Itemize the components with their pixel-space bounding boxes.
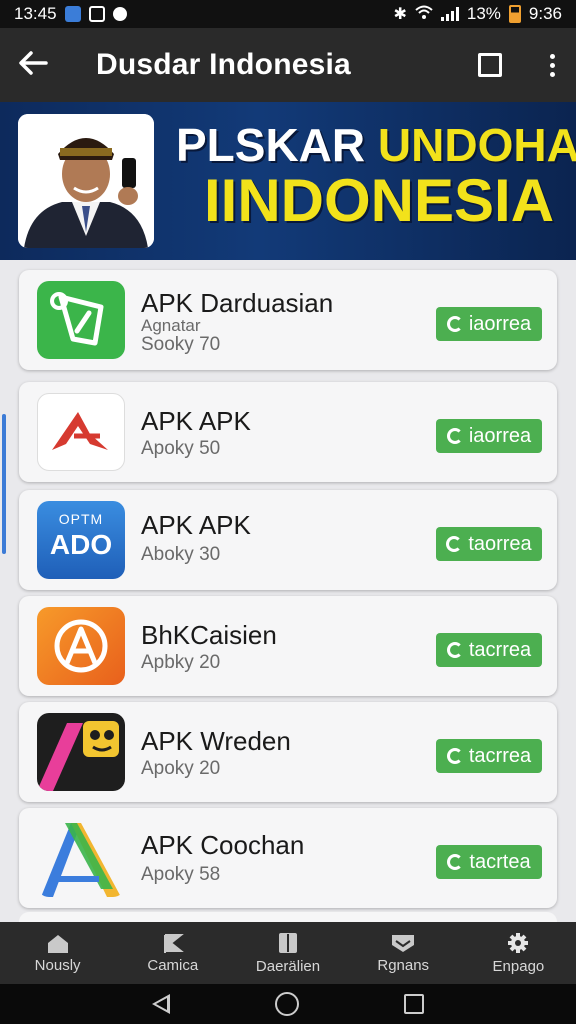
nav-item-rgnans[interactable]: Rgnans <box>346 922 461 984</box>
install-button-label: tacrrea <box>468 638 532 661</box>
banner-headline: PLSKAR UNDOHAAN <box>176 118 576 172</box>
refresh-icon <box>446 748 463 764</box>
status-time-right: 9:36 <box>528 4 562 23</box>
wifi-icon <box>415 4 433 24</box>
nav-item-camica[interactable]: Camica <box>115 922 230 984</box>
refresh-icon <box>446 316 463 332</box>
nav-label: Daerälien <box>255 957 321 975</box>
gear-icon <box>508 932 529 953</box>
banner-headline-part2: UNDOHAAN <box>377 119 576 171</box>
signal-icon <box>440 7 459 21</box>
install-button[interactable]: tacrrea <box>436 633 542 667</box>
list-item[interactable]: BhKCaisien Apbky 20 tacrrea <box>19 596 557 696</box>
system-back-button[interactable] <box>152 994 171 1014</box>
nav-item-daeralien[interactable]: Daerälien <box>230 922 345 984</box>
refresh-icon <box>446 642 463 658</box>
status-right: ✱ 13% 9:36 <box>393 4 562 24</box>
promo-banner[interactable]: PLSKAR UNDOHAAN IINDONESIA <box>0 102 576 260</box>
app-name: APK APK <box>141 510 251 540</box>
install-button[interactable]: taorrea <box>436 527 542 561</box>
shield-leaf-icon <box>37 281 125 359</box>
list-item-partial[interactable] <box>19 912 557 922</box>
list-item[interactable]: APK Wreden Apoky 20 tacrrea <box>19 702 557 802</box>
install-button-label: iaorrea <box>468 312 532 335</box>
app-subtitle: Agnatar <box>141 316 201 335</box>
book-icon <box>279 932 297 953</box>
scrollbar[interactable] <box>2 414 6 554</box>
banner-subheadline: IINDONESIA <box>204 167 555 234</box>
install-button-label: iaorrea <box>468 424 532 447</box>
status-time-left: 13:45 <box>14 4 57 23</box>
app-name: APK Coochan <box>141 830 305 860</box>
install-button[interactable]: tacrtea <box>436 845 542 879</box>
install-button[interactable]: iaorrea <box>436 307 542 341</box>
bottom-nav: Nously Camica Daerälien Rgnans Enpago <box>0 922 576 984</box>
more-options-button[interactable] <box>546 53 558 77</box>
red-triangle-logo-icon <box>37 393 125 471</box>
status-bar: 13:45 ✱ 13% 9:36 <box>0 0 576 28</box>
battery-percent: 13% <box>466 4 501 23</box>
list-item[interactable]: APK APK Apoky 50 iaorrea <box>19 382 557 482</box>
app-size: Apoky 50 <box>141 438 221 459</box>
app-size: Sooky 70 <box>141 334 221 355</box>
app-name: APK APK <box>141 406 251 436</box>
system-home-button[interactable] <box>274 992 299 1016</box>
back-button[interactable] <box>18 48 68 82</box>
app-size: Apoky 58 <box>141 864 221 885</box>
banner-portrait-image <box>18 114 154 248</box>
notification-screen-icon <box>88 6 105 22</box>
list-item[interactable]: OPTM ADO APK APK Aboky 30 taorrea <box>19 490 557 590</box>
inbox-icon <box>392 934 415 952</box>
app-bar: Dusdar Indonesia <box>0 28 576 102</box>
window-toggle-button[interactable] <box>478 53 502 77</box>
nav-item-nously[interactable]: Nously <box>0 922 115 984</box>
system-recents-button[interactable] <box>403 994 424 1014</box>
page-title: Dusdar Indonesia <box>96 48 351 81</box>
nav-item-enpago[interactable]: Enpago <box>461 922 576 984</box>
install-button[interactable]: iaorrea <box>436 419 542 453</box>
install-button-label: taorrea <box>468 532 532 555</box>
refresh-icon <box>446 428 463 444</box>
ado-icon-top-text: OPTM <box>58 511 104 527</box>
install-button-label: tacrrea <box>468 744 532 767</box>
battery-icon <box>508 5 521 23</box>
list-item[interactable]: APK Darduasian Agnatar Sooky 70 iaorrea <box>19 270 557 370</box>
install-button-label: tacrtea <box>469 850 531 873</box>
color-a-logo-icon <box>37 819 125 897</box>
refresh-icon <box>447 854 464 870</box>
status-left: 13:45 <box>14 4 127 24</box>
app-name: APK Wreden <box>141 726 291 756</box>
flag-icon <box>163 933 184 953</box>
nav-label: Camica <box>147 956 199 974</box>
app-list[interactable]: APK Darduasian Agnatar Sooky 70 iaorrea … <box>0 260 576 922</box>
banner-headline-part1: PLSKAR <box>176 119 366 171</box>
nav-label: Nously <box>34 956 81 974</box>
refresh-icon <box>446 536 463 552</box>
arrow-left-icon <box>19 51 48 75</box>
app-size: Aboky 30 <box>141 544 221 565</box>
nav-label: Rgnans <box>377 956 430 974</box>
home-icon <box>47 934 68 953</box>
bluetooth-off-icon: ✱ <box>393 6 407 23</box>
app-size: Apbky 20 <box>141 652 221 673</box>
app-name: BhKCaisien <box>141 620 277 650</box>
app-size: Apoky 20 <box>141 758 221 779</box>
ado-icon-main-text: ADO <box>49 529 113 560</box>
list-item[interactable]: APK Coochan Apoky 58 tacrtea <box>19 808 557 908</box>
nav-label: Enpago <box>492 957 545 975</box>
system-nav-bar <box>0 984 576 1024</box>
orange-a-logo-icon <box>37 607 125 685</box>
install-button[interactable]: tacrrea <box>436 739 542 773</box>
notification-circle-icon <box>112 7 127 21</box>
notification-app-icon <box>64 6 81 22</box>
app-name: APK Darduasian <box>141 288 334 318</box>
ado-logo-icon: OPTM ADO <box>37 501 125 579</box>
owl-logo-icon <box>37 713 125 791</box>
